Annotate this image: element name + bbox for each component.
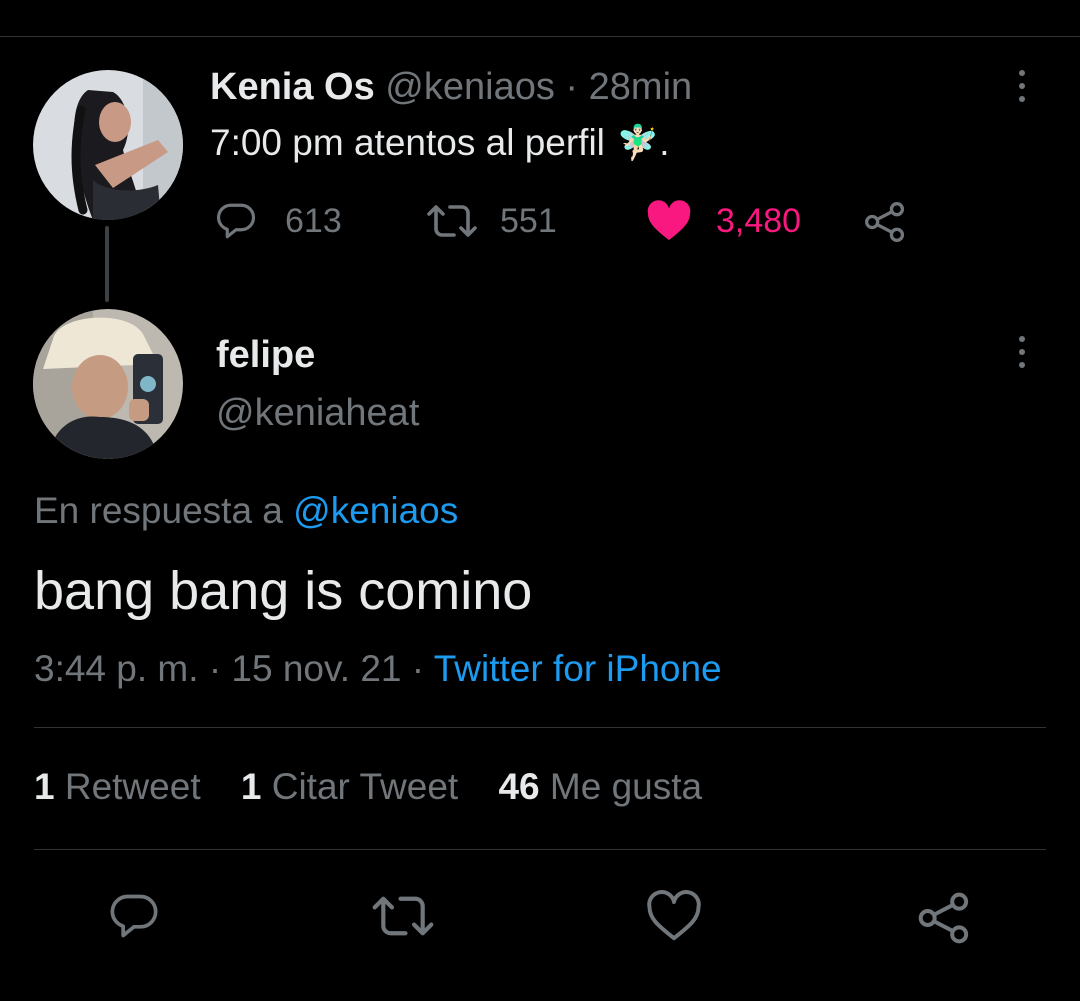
quoted-tweet-body: 7:00 pm atentos al perfil bbox=[210, 122, 605, 163]
tweet-date[interactable]: 15 nov. 21 bbox=[231, 648, 401, 689]
quoted-retweet-button[interactable]: 551 bbox=[426, 200, 557, 242]
quoted-tweet-period: . bbox=[659, 122, 670, 163]
top-divider bbox=[0, 36, 1080, 37]
reply-to-link[interactable]: @keniaos bbox=[293, 490, 458, 531]
retweets-stat[interactable]: 1 Retweet bbox=[34, 766, 201, 807]
stats-divider-bottom bbox=[34, 849, 1046, 850]
like-icon bbox=[647, 890, 701, 941]
likes-count: 46 bbox=[498, 766, 540, 807]
reply-button[interactable] bbox=[106, 890, 162, 947]
share-icon bbox=[865, 202, 905, 242]
quoted-tweet-header: Kenia Os @keniaos · 28min bbox=[210, 66, 692, 109]
likes-label: Me gusta bbox=[549, 766, 703, 807]
quoted-share-button[interactable] bbox=[862, 200, 908, 244]
quotes-count: 1 bbox=[240, 766, 262, 807]
like-button[interactable] bbox=[646, 890, 702, 947]
author-handle[interactable]: @keniaheat bbox=[216, 392, 419, 435]
quoted-like-button[interactable]: 3,480 bbox=[646, 200, 801, 242]
stats-divider-top bbox=[34, 727, 1046, 728]
thread-connector bbox=[105, 226, 109, 302]
quoted-reply-button[interactable]: 613 bbox=[213, 200, 342, 242]
tweet-text: bang bang is comino bbox=[34, 561, 533, 621]
retweet-icon bbox=[427, 205, 477, 237]
fairy-emoji: 🧚🏻‍♂️ bbox=[616, 124, 660, 162]
quoted-author-name[interactable]: Kenia Os bbox=[210, 66, 375, 108]
likes-stat[interactable]: 46 Me gusta bbox=[498, 766, 702, 807]
quoted-author-handle[interactable]: @keniaos bbox=[385, 66, 555, 108]
separator-dot: · bbox=[411, 648, 425, 689]
quoted-tweet-time[interactable]: 28min bbox=[589, 66, 693, 108]
quoted-retweet-count: 551 bbox=[500, 201, 557, 240]
retweet-icon bbox=[372, 896, 434, 936]
quoted-tweet-text: 7:00 pm atentos al perfil 🧚🏻‍♂️ . bbox=[210, 122, 670, 164]
quoted-like-count: 3,480 bbox=[716, 201, 802, 240]
reply-icon bbox=[110, 894, 158, 938]
tweet-stats: 1 Retweet 1 Citar Tweet 46 Me gusta bbox=[34, 766, 732, 808]
share-icon bbox=[918, 892, 969, 944]
reply-context-label: En respuesta a bbox=[34, 490, 283, 531]
separator-dot: · bbox=[565, 66, 579, 108]
retweets-count: 1 bbox=[34, 766, 55, 807]
author-name[interactable]: felipe bbox=[216, 334, 315, 377]
separator-dot: · bbox=[208, 648, 222, 689]
tweet-source[interactable]: Twitter for iPhone bbox=[434, 648, 722, 689]
tweet-time[interactable]: 3:44 p. m. bbox=[34, 648, 199, 689]
more-icon[interactable] bbox=[1019, 70, 1025, 102]
retweets-label: Retweet bbox=[64, 766, 201, 807]
reply-icon bbox=[217, 203, 256, 239]
reply-context: En respuesta a @keniaos bbox=[34, 490, 458, 532]
more-icon[interactable] bbox=[1019, 336, 1025, 368]
quotes-stat[interactable]: 1 Citar Tweet bbox=[241, 766, 458, 807]
avatar-keniaheat[interactable] bbox=[33, 309, 183, 459]
retweet-button[interactable] bbox=[371, 890, 435, 947]
avatar-keniaos[interactable] bbox=[33, 70, 183, 220]
like-icon bbox=[647, 200, 691, 241]
share-button[interactable] bbox=[916, 890, 972, 951]
quotes-label: Citar Tweet bbox=[271, 766, 459, 807]
tweet-meta: 3:44 p. m. · 15 nov. 21 · Twitter for iP… bbox=[34, 648, 722, 690]
quoted-reply-count: 613 bbox=[285, 201, 342, 240]
